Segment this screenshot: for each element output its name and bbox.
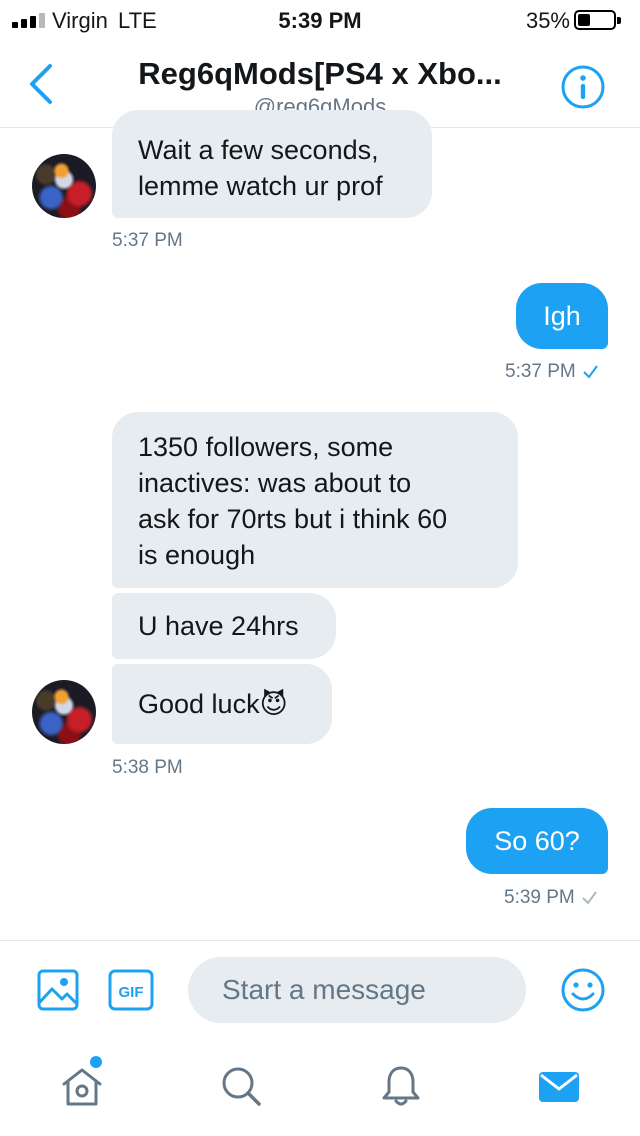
message-text: So 60? — [494, 826, 580, 856]
notification-dot — [90, 1056, 102, 1068]
image-icon — [37, 969, 79, 1011]
battery-icon — [574, 10, 621, 30]
message-text: Wait a few seconds, lemme watch ur prof — [138, 135, 383, 201]
checkmark-icon — [582, 891, 597, 905]
message-text: U have 24hrs — [138, 611, 299, 641]
back-button[interactable] — [22, 60, 58, 108]
add-gif-button[interactable]: GIF — [108, 969, 154, 1011]
message-timestamp: 5:38 PM — [112, 757, 183, 778]
smiley-icon — [561, 968, 605, 1012]
message-bubble-incoming[interactable]: U have 24hrs — [112, 593, 336, 659]
emoji-button[interactable] — [560, 967, 606, 1013]
message-text: Good luck — [138, 689, 260, 719]
chevron-left-icon — [30, 64, 52, 104]
svg-text:GIF: GIF — [119, 984, 144, 1001]
info-icon — [561, 65, 605, 109]
message-bubble-outgoing[interactable]: Igh — [516, 283, 608, 349]
tab-messages[interactable] — [535, 1062, 583, 1110]
message-timestamp: 5:37 PM — [112, 230, 183, 251]
message-bubble-incoming[interactable]: Good luck😈 — [112, 664, 332, 744]
status-bar: Virgin LTE 5:39 PM 35% — [0, 0, 640, 40]
envelope-icon — [539, 1072, 579, 1102]
gif-icon: GIF — [108, 969, 154, 1011]
search-icon — [222, 1067, 261, 1106]
message-bubble-incoming[interactable]: 1350 followers, some inactives: was abou… — [112, 412, 518, 588]
home-icon — [62, 1068, 102, 1106]
conversation-title[interactable]: Reg6qMods[PS4 x Xbo... — [100, 56, 540, 92]
message-bubble-incoming[interactable]: Wait a few seconds, lemme watch ur prof — [112, 110, 432, 218]
message-composer: GIF — [0, 940, 640, 1040]
info-button[interactable] — [560, 64, 606, 110]
sender-avatar[interactable] — [32, 154, 96, 218]
message-bubble-outgoing[interactable]: So 60? — [466, 808, 608, 874]
smiling-devil-emoji: 😈 — [259, 689, 288, 719]
message-text: Igh — [543, 301, 581, 331]
tab-home[interactable] — [58, 1062, 106, 1110]
tab-notifications[interactable] — [377, 1062, 425, 1110]
message-timestamp: 5:37 PM — [505, 361, 599, 383]
tab-bar — [0, 1040, 640, 1136]
checkmark-icon — [583, 365, 598, 379]
message-timestamp: 5:39 PM — [504, 887, 598, 909]
message-input[interactable] — [188, 957, 526, 1023]
sender-avatar[interactable] — [32, 680, 96, 744]
bell-icon — [382, 1066, 420, 1106]
message-text: 1350 followers, some inactives: was abou… — [138, 432, 448, 570]
add-photo-button[interactable] — [37, 969, 79, 1011]
battery-percent: 35% — [525, 8, 570, 33]
tab-search[interactable] — [217, 1062, 265, 1110]
